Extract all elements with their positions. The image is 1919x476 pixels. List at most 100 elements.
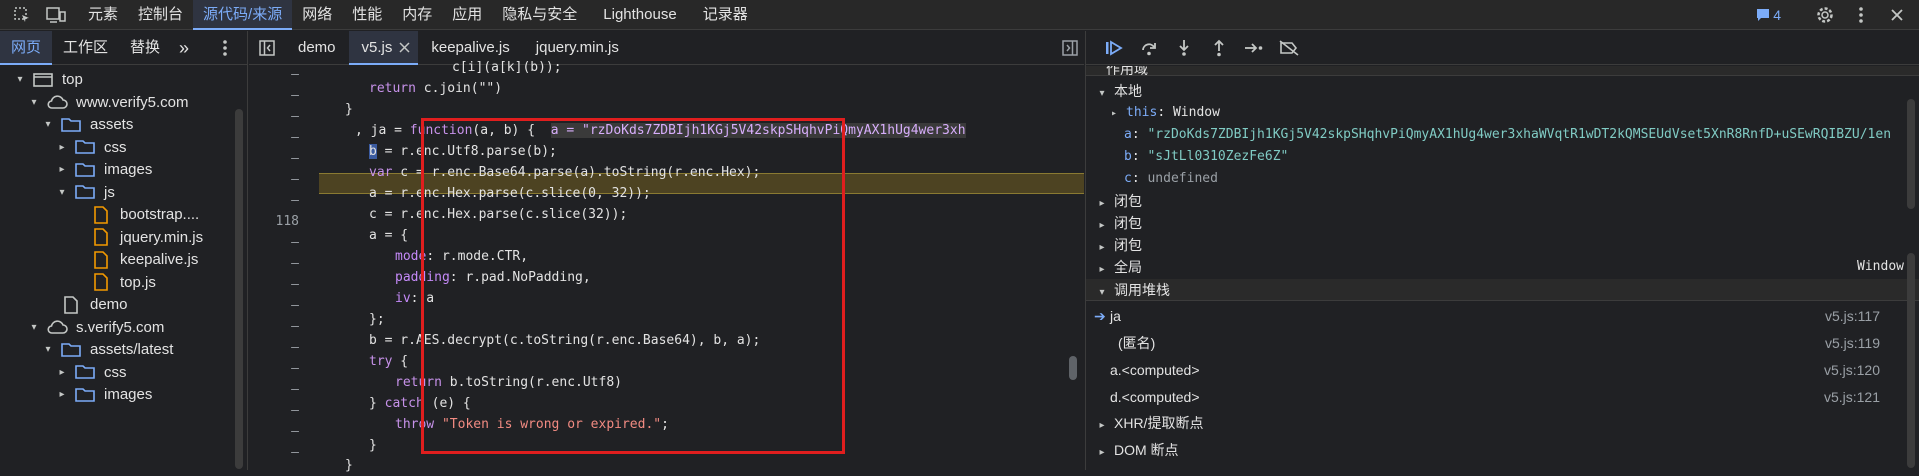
- tab-memory[interactable]: 内存: [392, 0, 442, 30]
- callstack-frame[interactable]: d.<computed> v5.js:121: [1086, 384, 1919, 410]
- close-tab-icon[interactable]: [399, 41, 410, 53]
- tab-overrides[interactable]: 替换: [119, 31, 171, 65]
- inspect-element-icon[interactable]: [8, 0, 36, 30]
- navigator-scrollbar[interactable]: [235, 109, 243, 469]
- editor-tab-demo[interactable]: demo: [285, 31, 349, 65]
- step-icon[interactable]: [1236, 31, 1271, 65]
- chevron-down-icon[interactable]: ▾: [28, 96, 40, 108]
- scope-closure[interactable]: ▸ 闭包: [1096, 212, 1142, 234]
- scope-var-c[interactable]: c: undefined: [1124, 168, 1218, 190]
- chevron-down-icon[interactable]: ▾: [56, 186, 68, 198]
- issues-badge[interactable]: 4: [1756, 7, 1781, 23]
- folder-icon: [60, 341, 82, 359]
- chevron-right-icon[interactable]: ▸: [56, 366, 68, 378]
- tree-item[interactable]: ▸ images: [56, 381, 152, 408]
- expand-arrow-icon: ▸: [1099, 420, 1105, 431]
- scope-scrollbar[interactable]: [1907, 99, 1915, 209]
- scope-local[interactable]: ▾ 本地: [1096, 80, 1142, 102]
- line-number: –: [291, 382, 299, 397]
- var-name: b: [1124, 149, 1132, 164]
- line-number: –: [291, 193, 299, 208]
- tab-network[interactable]: 网络: [292, 0, 342, 30]
- var-value: Window: [1172, 105, 1220, 120]
- sidebar-scrollbar[interactable]: [1907, 253, 1915, 468]
- folder-icon: [60, 116, 82, 134]
- folder-icon: [74, 363, 96, 381]
- expand-arrow-icon: ▸: [1110, 108, 1118, 119]
- callstack-header-label: 调用堆栈: [1114, 282, 1170, 298]
- callstack-frame[interactable]: a.<computed> v5.js:120: [1086, 357, 1919, 383]
- tab-sources[interactable]: 源代码/来源: [193, 0, 293, 30]
- chevron-down-icon[interactable]: ▾: [42, 119, 54, 131]
- var-value: undefined: [1147, 171, 1218, 186]
- callstack-header[interactable]: ▾ 调用堆栈: [1086, 279, 1919, 301]
- cloud-icon: [46, 318, 68, 336]
- scope-global[interactable]: ▸ 全局 Window: [1096, 256, 1906, 278]
- tab-lighthouse[interactable]: Lighthouse: [587, 0, 692, 30]
- separator: :: [1131, 171, 1148, 186]
- step-out-icon[interactable]: [1201, 31, 1236, 65]
- code-text: , ja =: [355, 123, 410, 138]
- tab-application[interactable]: 应用: [442, 0, 492, 30]
- resume-icon[interactable]: [1096, 31, 1131, 65]
- code-text: };: [369, 312, 385, 327]
- expand-arrow-icon: ▸: [1099, 220, 1105, 231]
- code-view[interactable]: – – – – – – – 118 – – – – – – – – – – – …: [249, 60, 1084, 473]
- more-tabs-button[interactable]: »: [171, 31, 197, 65]
- more-options-icon[interactable]: [1843, 0, 1879, 30]
- tab-console[interactable]: 控制台: [128, 0, 193, 30]
- tab-privacy-security[interactable]: 隐私与安全: [492, 0, 587, 30]
- scope-this[interactable]: ▸ this: Window: [1108, 102, 1220, 124]
- current-frame-arrow-icon: ➔: [1094, 308, 1106, 324]
- code-keyword: var: [369, 165, 393, 180]
- tab-page[interactable]: 网页: [0, 30, 53, 65]
- deactivate-breakpoints-icon[interactable]: [1271, 31, 1306, 65]
- editor-scrollbar[interactable]: [1069, 356, 1077, 380]
- red-annotation-box: [421, 118, 845, 454]
- scope-closure[interactable]: ▸ 闭包: [1096, 234, 1142, 256]
- editor-tab-v5[interactable]: v5.js: [348, 30, 419, 65]
- close-devtools-icon[interactable]: [1879, 0, 1915, 30]
- navigator-menu-icon[interactable]: [222, 39, 228, 57]
- tab-elements[interactable]: 元素: [78, 0, 128, 30]
- xhr-breakpoints-section[interactable]: ▸ XHR/提取断点: [1096, 412, 1203, 434]
- var-name: this: [1126, 105, 1158, 120]
- editor-tab-label: v5.js: [361, 38, 393, 56]
- line-number: –: [291, 67, 299, 82]
- toggle-navigator-icon[interactable]: [249, 31, 285, 65]
- chevron-right-icon[interactable]: ▸: [56, 164, 68, 176]
- expand-arrow-icon: ▸: [1099, 264, 1105, 275]
- step-into-icon[interactable]: [1166, 31, 1201, 65]
- settings-gear-icon[interactable]: [1807, 0, 1843, 30]
- chevron-down-icon[interactable]: ▾: [14, 74, 26, 86]
- callstack-frame-active[interactable]: ➔ ja v5.js:117: [1086, 303, 1919, 329]
- chevron-down-icon[interactable]: ▾: [28, 321, 40, 333]
- chevron-right-icon[interactable]: ▸: [56, 389, 68, 401]
- chevron-down-icon[interactable]: ▾: [42, 344, 54, 356]
- dom-breakpoints-section[interactable]: ▸ DOM 断点: [1096, 439, 1178, 461]
- device-toolbar-icon[interactable]: [42, 0, 70, 30]
- scope-header[interactable]: 作用域: [1086, 66, 1919, 76]
- callstack-frame[interactable]: (匿名) v5.js:119: [1086, 330, 1919, 356]
- line-number: –: [291, 256, 299, 271]
- tab-performance[interactable]: 性能: [342, 0, 392, 30]
- tab-recorder[interactable]: 记录器: [693, 0, 758, 30]
- separator: :: [1131, 127, 1148, 142]
- frame-location: v5.js:120: [1823, 362, 1880, 378]
- chevron-right-icon[interactable]: ▸: [56, 141, 68, 153]
- frame-name: a.<computed>: [1110, 362, 1200, 378]
- line-number: –: [291, 403, 299, 418]
- issues-count: 4: [1773, 7, 1781, 23]
- code-line: }: [369, 435, 377, 456]
- line-number: –: [291, 277, 299, 292]
- scope-closure[interactable]: ▸ 闭包: [1096, 190, 1142, 212]
- scope-var-b[interactable]: b: "sJtLl0310ZezFe6Z": [1124, 146, 1288, 168]
- tab-workspace[interactable]: 工作区: [52, 31, 119, 65]
- scope-local-label: 本地: [1114, 83, 1142, 99]
- step-over-icon[interactable]: [1131, 31, 1166, 65]
- toggle-debugger-icon[interactable]: [1062, 40, 1078, 56]
- frame-location: v5.js:117: [1825, 308, 1880, 324]
- scope-var-a[interactable]: a: "rzDoKds7ZDBIjh1KGj5V42skpSHqhvPiQmyA…: [1124, 124, 1904, 146]
